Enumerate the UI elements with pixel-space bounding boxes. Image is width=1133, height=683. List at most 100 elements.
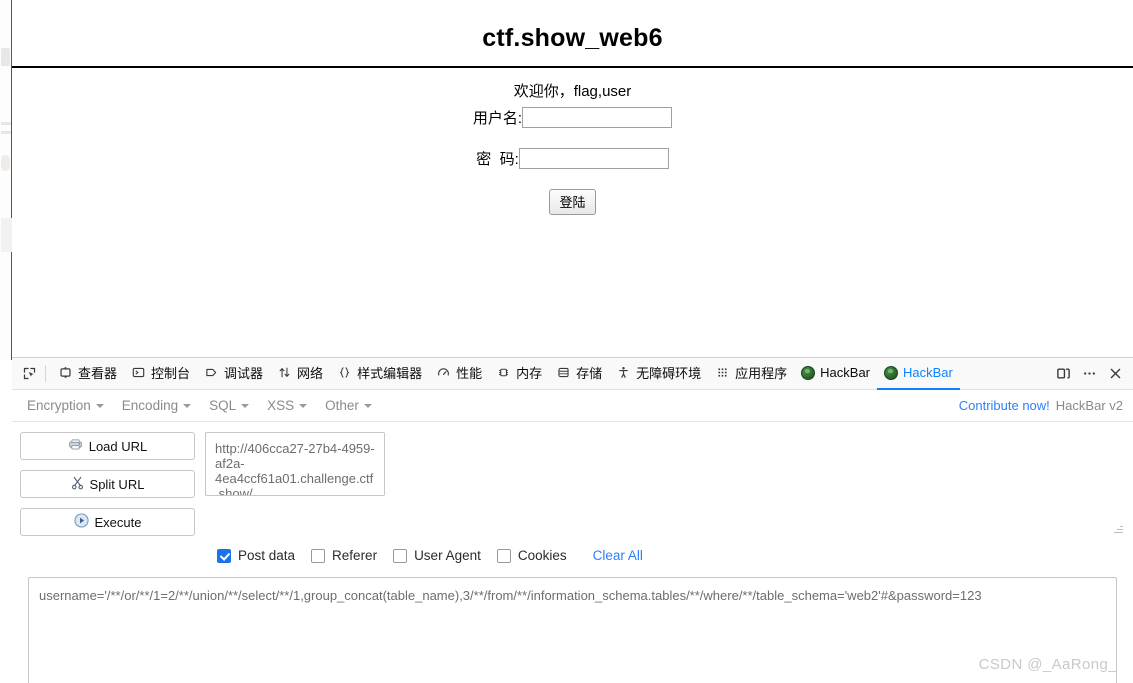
menu-label: XSS: [267, 398, 295, 413]
web-page-content: ctf.show_web6 欢迎你，flag,user 用户名: 密 码: 登陆: [12, 0, 1133, 357]
more-options-icon[interactable]: [1077, 362, 1101, 386]
menu-xss[interactable]: XSS: [258, 394, 316, 417]
login-form: 用户名: 密 码: 登陆: [12, 107, 1133, 215]
password-label: 密 码:: [476, 151, 519, 168]
tab-debugger[interactable]: 调试器: [197, 358, 270, 390]
close-icon[interactable]: [1103, 362, 1127, 386]
play-icon: [73, 513, 89, 531]
application-icon: [715, 365, 730, 380]
checkbox-box: [311, 548, 326, 563]
title-divider: [12, 66, 1133, 68]
menu-other[interactable]: Other: [316, 394, 381, 417]
menu-label: Encryption: [27, 398, 91, 413]
button-label: Load URL: [88, 438, 148, 454]
password-row: 密 码:: [12, 148, 1133, 169]
tab-storage[interactable]: 存储: [549, 358, 609, 390]
devtools-tablist: 查看器 控制台 调试器 网络 样式编辑器 性能 内存 存储 无障碍环境 应用程序…: [51, 358, 1051, 390]
tab-label: HackBar: [903, 365, 953, 380]
chevron-down-icon: [95, 403, 104, 408]
menu-encryption[interactable]: Encryption: [18, 394, 113, 417]
hackbar-url-row: Load URL Split URL Execute http://406cca…: [20, 432, 1125, 536]
sidebar-ghost-item: [1, 48, 10, 66]
tab-label: 应用程序: [735, 366, 788, 381]
inspector-icon: [58, 365, 73, 380]
menu-label: Other: [325, 398, 359, 413]
sidebar-ghost-item: [1, 131, 11, 134]
element-picker-icon[interactable]: [16, 361, 42, 387]
login-button-row: 登陆: [12, 189, 1133, 215]
tab-label: 存储: [576, 366, 603, 381]
sidebar-ghost-item: [1, 155, 10, 171]
contribute-link[interactable]: Contribute now!: [959, 398, 1050, 413]
tab-performance[interactable]: 性能: [429, 358, 489, 390]
tab-label: 查看器: [78, 366, 118, 381]
tab-application[interactable]: 应用程序: [708, 358, 794, 390]
hackbar-menubar-right: Contribute now! HackBar v2: [959, 398, 1127, 413]
checkbox-user-agent[interactable]: User Agent: [393, 548, 481, 563]
debugger-icon: [204, 365, 219, 380]
performance-icon: [436, 365, 451, 380]
hackbar-icon: [801, 365, 816, 380]
button-label: Execute: [94, 514, 142, 530]
password-input[interactable]: [518, 148, 669, 169]
split-url-button[interactable]: Split URL: [20, 470, 195, 498]
menu-encoding[interactable]: Encoding: [113, 394, 200, 417]
checkbox-cookies[interactable]: Cookies: [496, 548, 567, 563]
url-resize-handle[interactable]: [1113, 524, 1123, 534]
welcome-message: 欢迎你，flag,user: [513, 83, 632, 100]
tab-memory[interactable]: 内存: [489, 358, 549, 390]
devtools-panel: 查看器 控制台 调试器 网络 样式编辑器 性能 内存 存储 无障碍环境 应用程序…: [12, 357, 1133, 683]
tab-label: 无障碍环境: [636, 366, 702, 381]
hackbar-panel: Encryption Encoding SQL XSS Other Contri…: [12, 390, 1133, 683]
checkbox-post-data[interactable]: Post data: [217, 548, 295, 563]
load-url-button[interactable]: Load URL: [20, 432, 195, 460]
tab-label: 样式编辑器: [357, 366, 423, 381]
tab-hackbar-2[interactable]: HackBar: [877, 358, 960, 390]
tab-accessibility[interactable]: 无障碍环境: [609, 358, 708, 390]
clear-all-link[interactable]: Clear All: [593, 548, 643, 563]
url-input[interactable]: [205, 432, 385, 496]
username-label: 用户名:: [472, 110, 523, 127]
checkbox-box: [496, 548, 511, 563]
network-icon: [277, 365, 292, 380]
url-field-wrapper: [205, 432, 1125, 536]
tab-label: 调试器: [224, 366, 264, 381]
style-editor-icon: [337, 365, 352, 380]
chevron-down-icon: [241, 403, 250, 408]
post-data-input[interactable]: [28, 577, 1117, 683]
checkbox-referer[interactable]: Referer: [311, 548, 377, 563]
username-input[interactable]: [522, 107, 673, 128]
devtools-controls: [1051, 362, 1133, 386]
hackbar-action-buttons: Load URL Split URL Execute: [20, 432, 195, 536]
checkbox-label: Cookies: [517, 548, 567, 563]
page-title: ctf.show_web6: [482, 24, 663, 52]
checkbox-box: [393, 548, 408, 563]
scissors-icon: [71, 476, 84, 493]
tab-console[interactable]: 控制台: [124, 358, 197, 390]
button-label: Split URL: [89, 476, 145, 492]
storage-icon: [556, 365, 571, 380]
hackbar-version-label: HackBar v2: [1055, 398, 1123, 413]
tab-network[interactable]: 网络: [270, 358, 330, 390]
accessibility-icon: [616, 365, 631, 380]
hackbar-menubar: Encryption Encoding SQL XSS Other Contri…: [12, 390, 1133, 422]
tab-style-editor[interactable]: 样式编辑器: [330, 358, 429, 390]
chevron-down-icon: [183, 403, 192, 408]
tab-inspector[interactable]: 查看器: [51, 358, 124, 390]
checkbox-label: Referer: [332, 548, 378, 563]
tab-hackbar-1[interactable]: HackBar: [794, 358, 877, 390]
tab-label: 内存: [516, 366, 543, 381]
hackbar-icon: [884, 365, 899, 380]
tab-label: 网络: [297, 366, 324, 381]
hackbar-body: Load URL Split URL Execute http://406cca…: [12, 422, 1133, 683]
execute-button[interactable]: Execute: [20, 508, 195, 536]
dock-position-icon[interactable]: [1051, 362, 1075, 386]
menu-sql[interactable]: SQL: [200, 394, 258, 417]
checkbox-label: Post data: [238, 548, 296, 563]
hackbar-options-row: Post data Referer User Agent Cookies Cle…: [217, 548, 1125, 563]
load-url-icon: [68, 438, 83, 454]
username-row: 用户名:: [12, 107, 1133, 128]
login-button[interactable]: 登陆: [549, 189, 596, 215]
tab-label: 性能: [456, 366, 483, 381]
tab-label: HackBar: [820, 365, 871, 380]
